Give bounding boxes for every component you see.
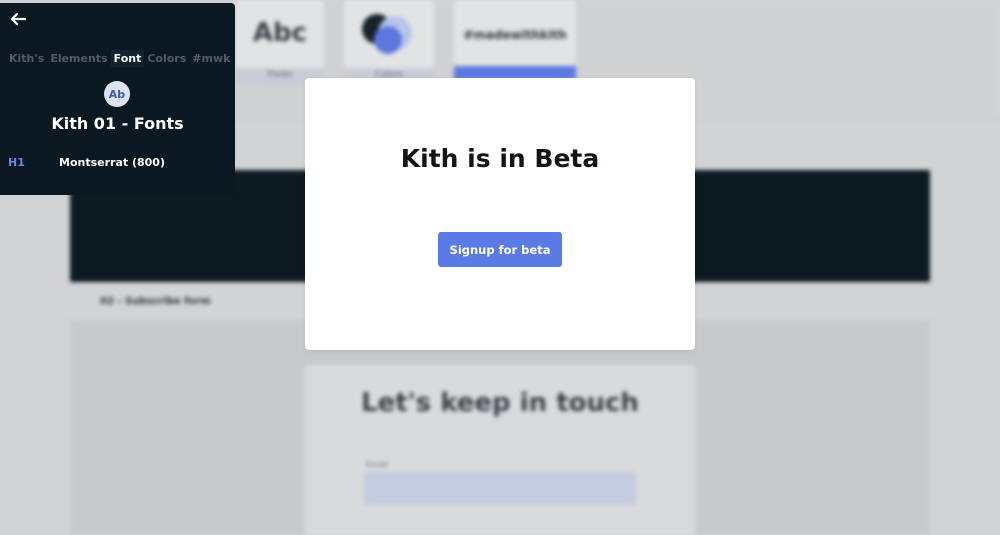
colors-card	[344, 0, 434, 68]
email-label: Email	[366, 460, 389, 469]
font-inspector-panel: Kith's Elements Font Colors #mwk Ab Kith…	[0, 3, 235, 195]
font-row-tag: H1	[8, 156, 25, 169]
signup-for-beta-button[interactable]: Signup for beta	[438, 232, 562, 267]
beta-modal: Kith is in Beta Signup for beta	[305, 78, 695, 350]
font-badge: Ab	[104, 81, 130, 107]
panel-tabs: Kith's Elements Font Colors #mwk	[6, 50, 233, 67]
mwk-card-text: #madewithkith	[463, 28, 567, 42]
fonts-card-glyph: Abc	[252, 18, 308, 48]
font-row-name: Montserrat (800)	[59, 156, 165, 169]
mwk-card: #madewithkith	[454, 0, 576, 68]
tab-kiths[interactable]: Kith's	[6, 50, 47, 67]
email-field	[364, 472, 636, 505]
section-label: 02 - Subscribe form	[100, 296, 211, 307]
arrow-left-icon[interactable]	[9, 10, 27, 28]
panel-title: Kith 01 - Fonts	[51, 114, 184, 133]
subscribe-form-title: Let's keep in touch	[361, 388, 639, 418]
modal-title: Kith is in Beta	[400, 144, 600, 173]
tab-colors[interactable]: Colors	[144, 50, 189, 67]
fonts-card: Abc	[236, 0, 324, 68]
tab-elements[interactable]: Elements	[47, 50, 110, 67]
tab-mwk[interactable]: #mwk	[189, 50, 233, 67]
tab-font[interactable]: Font	[110, 50, 145, 67]
